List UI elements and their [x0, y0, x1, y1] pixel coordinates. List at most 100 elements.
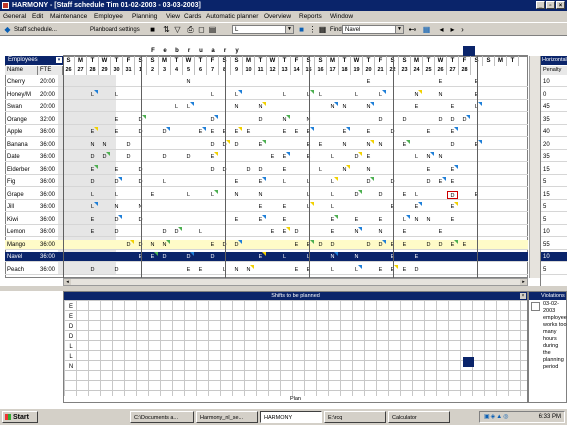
shift-cell[interactable]: E — [207, 241, 218, 249]
shift-cell[interactable]: E — [183, 266, 194, 274]
table-row[interactable]: Orange32:00EDDDNNDDDDD — [5, 114, 528, 125]
minimize-icon[interactable]: _ — [536, 1, 545, 9]
employees-menu-icon[interactable]: ▾ — [56, 57, 62, 63]
close-icon[interactable]: × — [556, 1, 565, 9]
next-icon[interactable]: ▸ — [448, 25, 457, 34]
shift-cell[interactable]: D — [207, 141, 218, 149]
shift-cell[interactable]: N — [435, 153, 446, 161]
shift-cell[interactable]: E — [399, 241, 410, 249]
shift-cell[interactable]: D — [399, 116, 410, 124]
shift-cell[interactable]: E — [279, 166, 290, 174]
shift-cell[interactable]: N — [339, 103, 350, 111]
shift-cell[interactable]: D — [423, 178, 434, 186]
shift-cell[interactable]: N — [99, 141, 110, 149]
day-number-header[interactable]: 12 — [267, 66, 279, 75]
shift-cell[interactable]: E — [363, 78, 374, 86]
day-number-header[interactable]: 18 — [339, 66, 351, 75]
find-combo[interactable]: Navel ▼ — [342, 25, 404, 34]
shift-cell[interactable]: L — [327, 153, 338, 161]
task-documents[interactable]: C:\Documents a... — [130, 411, 194, 423]
shift-cell[interactable]: E — [411, 253, 422, 261]
filter-icon[interactable]: ▽ — [173, 25, 182, 34]
violation-checkbox[interactable] — [531, 302, 540, 311]
calendar-icon[interactable]: ▦ — [422, 25, 431, 34]
menu-item-overview[interactable]: Overview — [264, 11, 291, 22]
menu-item-reports[interactable]: Reports — [299, 11, 322, 22]
shift-cell[interactable]: L — [327, 203, 338, 211]
shift-cell[interactable]: E — [87, 216, 98, 224]
shift-cell[interactable]: E — [423, 166, 434, 174]
shift-cell[interactable]: N — [339, 141, 350, 149]
day-number-header[interactable]: 31 — [123, 66, 135, 75]
table-row[interactable]: Jill36:00LNNEELLEEE — [5, 202, 528, 212]
shift-cell[interactable]: L — [327, 191, 338, 199]
shift-list-item[interactable]: D — [66, 322, 76, 332]
task-rcq[interactable]: E:\rcq — [324, 411, 386, 423]
selected-shift-cell[interactable] — [463, 357, 474, 367]
shift-cell[interactable]: E — [291, 266, 302, 274]
shift-cell[interactable]: N — [363, 166, 374, 174]
menu-item-edit[interactable]: Edit — [32, 11, 43, 22]
day-number-header[interactable]: 21 — [375, 66, 387, 75]
shift-cell[interactable]: E — [423, 128, 434, 136]
binoculars-icon[interactable]: ⊷ — [408, 25, 417, 34]
shift-cell[interactable]: E — [363, 128, 374, 136]
day-number-header[interactable]: 27 — [75, 66, 87, 75]
table-row[interactable]: Mango36:00DDNNEDDEEDDDDEEDDEE — [5, 239, 528, 250]
shift-cell[interactable]: L — [411, 153, 422, 161]
shift-cell[interactable]: D — [435, 241, 446, 249]
shift-cell[interactable]: L — [351, 91, 362, 99]
staff-schedule-button[interactable]: Staff schedule... — [14, 25, 57, 35]
shift-cell[interactable]: D — [375, 116, 386, 124]
shift-cell[interactable]: D — [315, 241, 326, 249]
day-number-header[interactable]: 3 — [159, 66, 171, 75]
previous-icon[interactable]: ◂ — [437, 25, 446, 34]
vertical-scrollbar[interactable] — [529, 56, 540, 278]
shift-cell[interactable]: D — [447, 190, 458, 199]
shift-cell[interactable]: L — [411, 191, 422, 199]
table-row[interactable]: Cherry20:00NEEE — [5, 77, 528, 87]
print-icon[interactable]: ⎙ — [186, 25, 195, 34]
shift-cell[interactable]: E — [375, 266, 386, 274]
shift-cell[interactable]: D — [207, 253, 218, 261]
shift-cell[interactable]: E — [255, 203, 266, 211]
menu-item-automatic-planner[interactable]: Automatic planner — [206, 11, 258, 22]
shift-list-item[interactable]: N — [66, 362, 76, 372]
day-number-header[interactable]: 17 — [327, 66, 339, 75]
day-number-header[interactable]: 16 — [315, 66, 327, 75]
shift-combo[interactable]: L ▼ — [232, 25, 294, 34]
shift-cell[interactable]: L — [279, 253, 290, 261]
shift-cell[interactable]: N — [147, 241, 158, 249]
shift-cell[interactable]: L — [87, 191, 98, 199]
shift-cell[interactable]: E — [279, 128, 290, 136]
shift-cell[interactable]: E — [243, 128, 254, 136]
table-row[interactable]: Grape36:00LLELLNNLLDDELDE — [5, 189, 528, 200]
menu-item-view[interactable]: View — [166, 11, 180, 22]
day-number-header[interactable]: 25 — [423, 66, 435, 75]
table-row[interactable]: Lemon 36:00 E D D D L E E D E N N E E — [5, 227, 528, 237]
day-number-header[interactable]: 30 — [111, 66, 123, 75]
shift-cell[interactable]: N — [411, 216, 422, 224]
shift-cell[interactable]: N — [231, 191, 242, 199]
shift-cell[interactable]: L — [159, 178, 170, 186]
table-row[interactable]: Kiwi36:00EDDEEEEEELNNE — [5, 214, 528, 225]
shift-cell[interactable]: E — [447, 103, 458, 111]
shift-cell[interactable]: N — [231, 103, 242, 111]
shifts-grid[interactable] — [64, 300, 527, 396]
shift-cell[interactable]: D — [207, 166, 218, 174]
day-number-header[interactable]: 28 — [459, 66, 471, 75]
day-number-header[interactable]: 28 — [87, 66, 99, 75]
insert-icon[interactable]: ⋮ — [308, 25, 317, 34]
day-number-header[interactable]: 10 — [243, 66, 255, 75]
table-row[interactable]: Honey/M20:00LLLLLLLLLNNE — [5, 89, 528, 100]
shift-cell[interactable]: E — [231, 216, 242, 224]
shift-cell[interactable]: D — [375, 191, 386, 199]
shift-cell[interactable]: E — [315, 141, 326, 149]
shift-cell[interactable]: D — [411, 266, 422, 274]
shift-cell[interactable]: E — [411, 103, 422, 111]
shift-cell[interactable]: E — [447, 216, 458, 224]
restore-icon[interactable]: ▫ — [546, 1, 555, 9]
shift-list-item[interactable]: D — [66, 332, 76, 342]
shift-cell[interactable]: D — [255, 116, 266, 124]
shift-cell[interactable]: E — [291, 241, 302, 249]
